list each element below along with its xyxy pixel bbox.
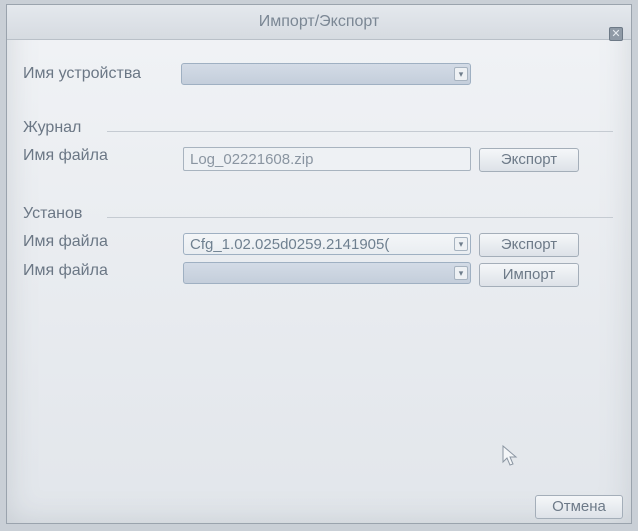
chevron-down-icon[interactable]: ▾ [454,67,468,81]
title-bar: Импорт/Экспорт [7,5,631,40]
config-import-file-label: Имя файла [23,262,108,279]
log-export-button[interactable]: Экспорт [479,148,579,172]
settings-section-divider [107,217,613,218]
config-import-file-select[interactable]: ▾ [183,262,471,284]
mouse-pointer-icon [502,445,518,466]
config-import-button[interactable]: Импорт [479,263,579,287]
log-file-name-value: Log_02221608.zip [190,151,314,168]
config-export-file-select[interactable]: Cfg_1.02.025d0259.2141905( ▾ [183,233,471,255]
log-section-divider [107,131,613,132]
config-export-file-label: Имя файла [23,233,108,250]
chevron-down-icon[interactable]: ▾ [454,266,468,280]
close-icon[interactable]: ✕ [609,27,623,41]
chevron-down-icon[interactable]: ▾ [454,237,468,251]
dialog-title: Импорт/Экспорт [258,13,380,30]
log-file-name-label: Имя файла [23,147,108,164]
device-name-select[interactable]: ▾ [181,63,471,85]
cancel-button[interactable]: Отмена [535,495,623,519]
config-export-button[interactable]: Экспорт [479,233,579,257]
log-section-label: Журнал [23,119,82,136]
config-export-file-value: Cfg_1.02.025d0259.2141905( [190,236,390,253]
log-file-name-field[interactable]: Log_02221608.zip [183,147,471,171]
import-export-dialog: Импорт/Экспорт ✕ Имя устройства ▾ Журнал… [6,4,632,524]
device-name-label: Имя устройства [23,65,142,82]
settings-section-label: Установ [23,205,83,222]
